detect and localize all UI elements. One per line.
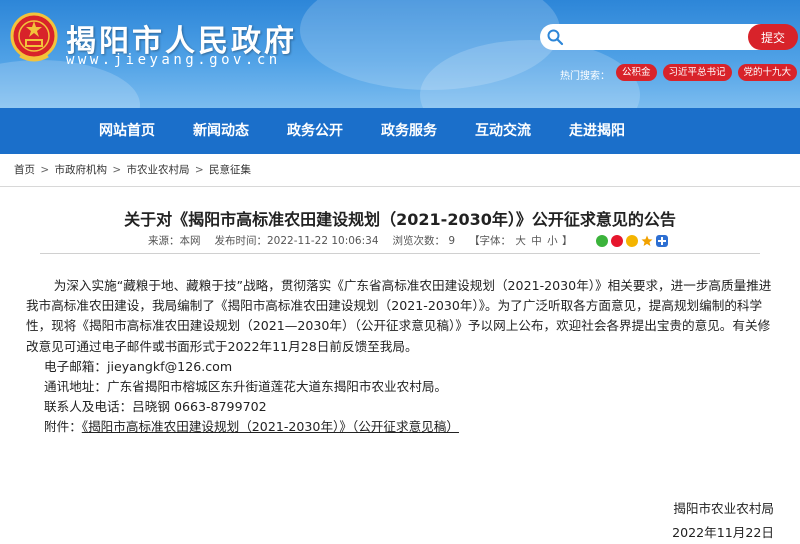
breadcrumb-item[interactable]: 首页 <box>14 164 35 176</box>
breadcrumb-separator: > <box>112 164 122 176</box>
font-size-control: 【字体： 大 中 小 】 <box>469 233 572 248</box>
hot-search-tag[interactable]: 习近平总书记 <box>662 64 732 81</box>
site-url: www.jieyang.gov.cn <box>66 52 281 68</box>
hot-search-tag[interactable]: 公积金 <box>616 64 657 81</box>
font-size-small[interactable]: 小 <box>547 235 558 247</box>
article-body: 为深入实施“藏粮于地、藏粮于技”战略，贯彻落实《广东省高标准农田建设规划（202… <box>26 276 778 438</box>
breadcrumb-separator: > <box>194 164 204 176</box>
contact-address: 通讯地址：广东省揭阳市榕城区东升街道莲花大道东揭阳市农业农村局。 <box>44 379 447 395</box>
meta-divider <box>40 253 760 254</box>
signature-org: 揭阳市农业农村局 <box>673 501 774 516</box>
hot-search-tags: 公积金 习近平总书记 党的十九大 <box>616 64 798 81</box>
font-size-medium[interactable]: 中 <box>531 235 542 247</box>
search-input[interactable] <box>568 26 738 48</box>
article-views: 浏览次数： 9 <box>392 235 456 247</box>
wechat-icon[interactable] <box>596 234 609 247</box>
attachment-label: 附件： <box>44 419 82 435</box>
attachment-line: 附件：《揭阳市高标准农田建设规划（2021-2030年）》（公开征求意见稿） <box>26 417 778 437</box>
nav-item-gov-services[interactable]: 政务服务 <box>362 108 456 154</box>
breadcrumb-item[interactable]: 市农业农村局 <box>127 164 190 176</box>
weibo-icon[interactable] <box>611 234 624 247</box>
share-more-icon[interactable] <box>656 234 669 247</box>
contact-person: 联系人及电话：吕晓钢 0663-8799702 <box>44 399 267 415</box>
article-title: 关于对《揭阳市高标准农田建设规划（2021-2030年）》公开征求意见的公告 <box>124 210 676 229</box>
breadcrumb-separator: > <box>40 164 50 176</box>
nav-item-news[interactable]: 新闻动态 <box>174 108 268 154</box>
font-size-label-end: 】 <box>561 235 573 247</box>
article-publish-time: 发布时间：2022-11-22 10:06:34 <box>214 235 379 247</box>
hot-search-label: 热门搜索： <box>560 71 610 82</box>
article-paragraph: 为深入实施“藏粮于地、藏粮于技”战略，贯彻落实《广东省高标准农田建设规划（202… <box>26 278 772 354</box>
font-size-large[interactable]: 大 <box>515 235 526 247</box>
hot-search-tag[interactable]: 党的十九大 <box>737 64 798 81</box>
article-source: 来源：本网 <box>148 235 201 247</box>
search-icon <box>547 29 564 46</box>
breadcrumb-item[interactable]: 民意征集 <box>209 164 251 176</box>
breadcrumb-item[interactable]: 市政府机构 <box>55 164 108 176</box>
favorite-icon[interactable] <box>641 235 653 247</box>
contact-email: 电子邮箱：jieyangkf@126.com <box>44 358 233 374</box>
article-meta: 来源：本网 发布时间：2022-11-22 10:06:34 浏览次数： 9 【… <box>148 233 669 248</box>
qzone-icon[interactable] <box>626 234 639 247</box>
breadcrumb: 首页 > 市政府机构 > 市农业农村局 > 民意征集 <box>0 154 800 187</box>
attachment-link[interactable]: 《揭阳市高标准农田建设规划（2021-2030年）》（公开征求意见稿） <box>82 419 459 434</box>
share-bar <box>596 234 669 247</box>
nav-item-home[interactable]: 网站首页 <box>80 108 174 154</box>
nav-item-gov-affairs[interactable]: 政务公开 <box>268 108 362 154</box>
nav-item-about-jieyang[interactable]: 走进揭阳 <box>550 108 644 154</box>
site-header: 揭阳市人民政府 www.jieyang.gov.cn <box>0 0 800 108</box>
search-submit-button[interactable]: 提交 <box>748 24 798 50</box>
nav-item-interaction[interactable]: 互动交流 <box>456 108 550 154</box>
font-size-label: 【字体： <box>469 235 512 247</box>
national-emblem-icon <box>10 12 58 62</box>
signature-date: 2022年11月22日 <box>672 525 774 540</box>
main-nav: 网站首页 新闻动态 政务公开 政务服务 互动交流 走进揭阳 <box>0 108 800 154</box>
